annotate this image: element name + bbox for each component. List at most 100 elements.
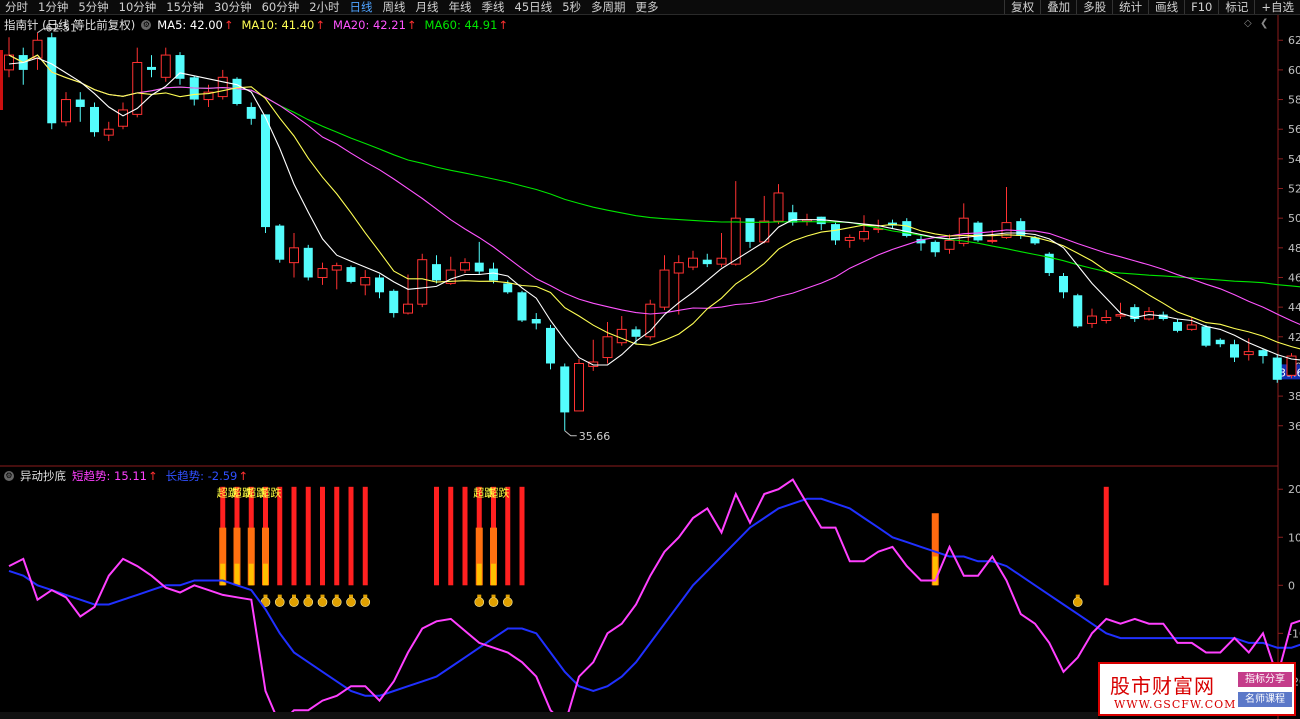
money-bag-icon	[306, 594, 311, 598]
price-tick-label: 48	[1288, 242, 1300, 255]
candle-body-up	[317, 268, 328, 278]
chao-die-label: 超跌	[488, 485, 510, 499]
signal-bar	[320, 486, 325, 586]
signal-bar	[519, 486, 525, 586]
money-bag-icon	[289, 597, 299, 607]
diamond-icon[interactable]: ◇	[1244, 18, 1252, 29]
candle-body-up	[1101, 317, 1112, 321]
price-tick-label: 38	[1288, 390, 1300, 403]
candle-body-up	[1186, 324, 1197, 330]
candle-body-up	[716, 257, 727, 265]
ma20-value: MA20: 42.21	[333, 18, 406, 32]
candle-body-down	[1215, 339, 1225, 345]
candle-body-up	[645, 303, 656, 338]
candle-body-up	[360, 276, 371, 286]
candle-body-up	[403, 303, 413, 314]
candle-body-up	[588, 361, 599, 367]
signal-bar	[291, 486, 297, 586]
price-tick-label: 36	[1288, 420, 1300, 433]
ma20-line	[8, 54, 1300, 326]
candle-body-up	[844, 236, 855, 241]
candle-body-down	[517, 292, 527, 321]
candle-body-up	[958, 217, 969, 244]
candle-body-down	[702, 259, 712, 265]
ma60-arrow-icon: ↑	[498, 18, 509, 32]
stock-chart[interactable]: 626058565452504846444240383639.662.5135.…	[0, 0, 1300, 719]
candle-body-down	[147, 66, 156, 70]
signal-bar-glow	[476, 563, 482, 586]
candle-body-down	[389, 290, 399, 314]
candle-body-down	[261, 114, 270, 228]
signal-bar	[448, 486, 454, 586]
candle-body-up	[61, 99, 71, 123]
left-marker	[0, 50, 3, 110]
signal-bar	[348, 486, 354, 586]
candle-body-down	[432, 264, 441, 281]
low-pointer	[564, 430, 577, 437]
price-tick-label: 58	[1288, 94, 1300, 107]
long-trend-arrow-icon: ↑	[238, 469, 249, 483]
main-legend: 指南针 (日线 等比前复权) ⚙ MA5: 42.00 ↑ MA10: 41.4…	[4, 17, 516, 33]
ma5-arrow-icon: ↑	[223, 18, 234, 32]
money-bag-icon	[360, 597, 371, 607]
ma60-line	[8, 54, 1300, 288]
signal-bar	[434, 486, 439, 586]
money-bag-icon	[505, 594, 510, 598]
candle-body-down	[303, 247, 313, 278]
ma60-value: MA60: 44.91	[424, 18, 498, 32]
candle-body-up	[217, 76, 228, 98]
money-bag-icon	[488, 597, 499, 607]
candle-body-down	[1258, 350, 1268, 357]
watermark-logo: 股市财富网 WWW.GSCFW.COM 指标分享 名师课程	[1098, 662, 1296, 716]
candle-body-down	[1201, 326, 1211, 346]
indicator-tick-label: 10	[1288, 531, 1300, 544]
candle-body-down	[1230, 344, 1239, 358]
candle-body-down	[275, 225, 285, 260]
signal-bar	[505, 486, 511, 586]
money-bag-icon	[317, 597, 328, 607]
money-bag-icon	[292, 594, 296, 598]
candle-body-up	[773, 192, 784, 222]
money-bag-icon	[477, 594, 482, 598]
candle-body-down	[531, 319, 541, 324]
indicator-settings-icon[interactable]: ⚙	[4, 471, 14, 481]
candle-body-up	[1243, 351, 1254, 356]
bottom-status-strip	[0, 712, 1098, 719]
indicator-tick-label: 0	[1288, 579, 1295, 592]
money-bag-icon	[331, 597, 342, 607]
chevron-left-icon[interactable]: ❮	[1260, 18, 1268, 29]
candle-body-up	[574, 362, 584, 412]
watermark-url: WWW.GSCFW.COM	[1114, 698, 1237, 711]
signal-bar	[277, 486, 283, 586]
candle-body-up	[160, 54, 171, 78]
candle-body-up	[103, 128, 114, 136]
signal-bar-glow	[263, 563, 268, 586]
candle-body-down	[973, 222, 983, 241]
candle-body-up	[460, 262, 470, 271]
settings-icon[interactable]: ⚙	[141, 20, 152, 30]
candle-body-up	[859, 231, 869, 240]
money-bag-icon	[1072, 597, 1083, 607]
candle-body-up	[132, 61, 143, 115]
low-price-label: 35.66	[579, 430, 611, 443]
watermark-title: 股市财富网	[1110, 674, 1215, 698]
price-tick-label: 46	[1288, 271, 1300, 284]
price-tick-label: 56	[1288, 123, 1300, 136]
candle-body-up	[602, 336, 613, 359]
short-trend-value: 短趋势: 15.11	[72, 469, 147, 483]
price-tick-label: 54	[1288, 153, 1300, 166]
candle-body-up	[289, 247, 299, 264]
price-tick-label: 50	[1288, 212, 1300, 225]
candle-body-up	[118, 109, 128, 127]
ma10-value: MA10: 41.40	[241, 18, 315, 32]
price-tick-label: 52	[1288, 183, 1300, 196]
signal-bar	[462, 486, 468, 586]
candle-body-down	[90, 106, 99, 133]
candle-body-up	[673, 262, 684, 274]
money-bag-icon	[502, 597, 513, 607]
indicator-title: 异动抄底	[20, 469, 66, 483]
price-tick-label: 44	[1288, 301, 1300, 314]
short-trend-arrow-icon: ↑	[147, 469, 158, 483]
signal-bar-glow	[491, 563, 496, 586]
money-bag-icon	[491, 594, 496, 598]
